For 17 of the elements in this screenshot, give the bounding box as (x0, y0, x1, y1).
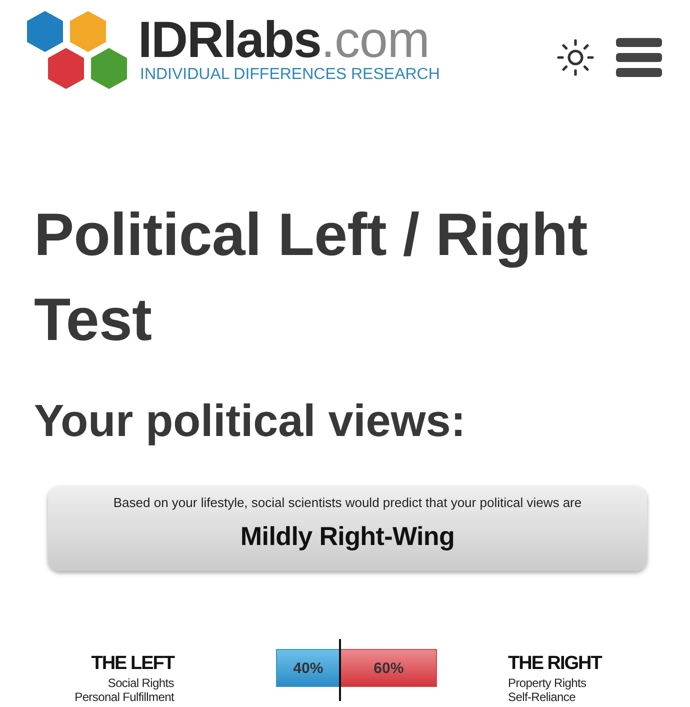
logo-wordmark: IDRlabs.com (138, 14, 430, 66)
left-heading: THE LEFT (91, 652, 174, 676)
right-share-fill: 60% (340, 649, 437, 687)
logo-icon (25, 11, 130, 89)
page-title: Political Left / Right Test (34, 200, 588, 355)
left-share-fill: 40% (276, 649, 340, 687)
result-verdict: Mildly Right-Wing (240, 520, 455, 552)
result-intro: Based on your lifestyle, social scientists would predict that your political views are (113, 494, 582, 512)
logo-tagline: INDIVIDUAL DIFFERENCES RESEARCH (140, 66, 440, 84)
value-label: Social Rights (108, 676, 174, 690)
value-label: Property Rights (508, 676, 586, 690)
value-label: Personal Fulfillment (74, 690, 174, 704)
menu-icon[interactable] (616, 38, 662, 77)
value-label: Self-Reliance (508, 690, 576, 704)
sun-icon[interactable] (557, 39, 594, 76)
section-heading: Your political views: (34, 394, 467, 448)
right-heading: THE RIGHT (508, 652, 602, 676)
